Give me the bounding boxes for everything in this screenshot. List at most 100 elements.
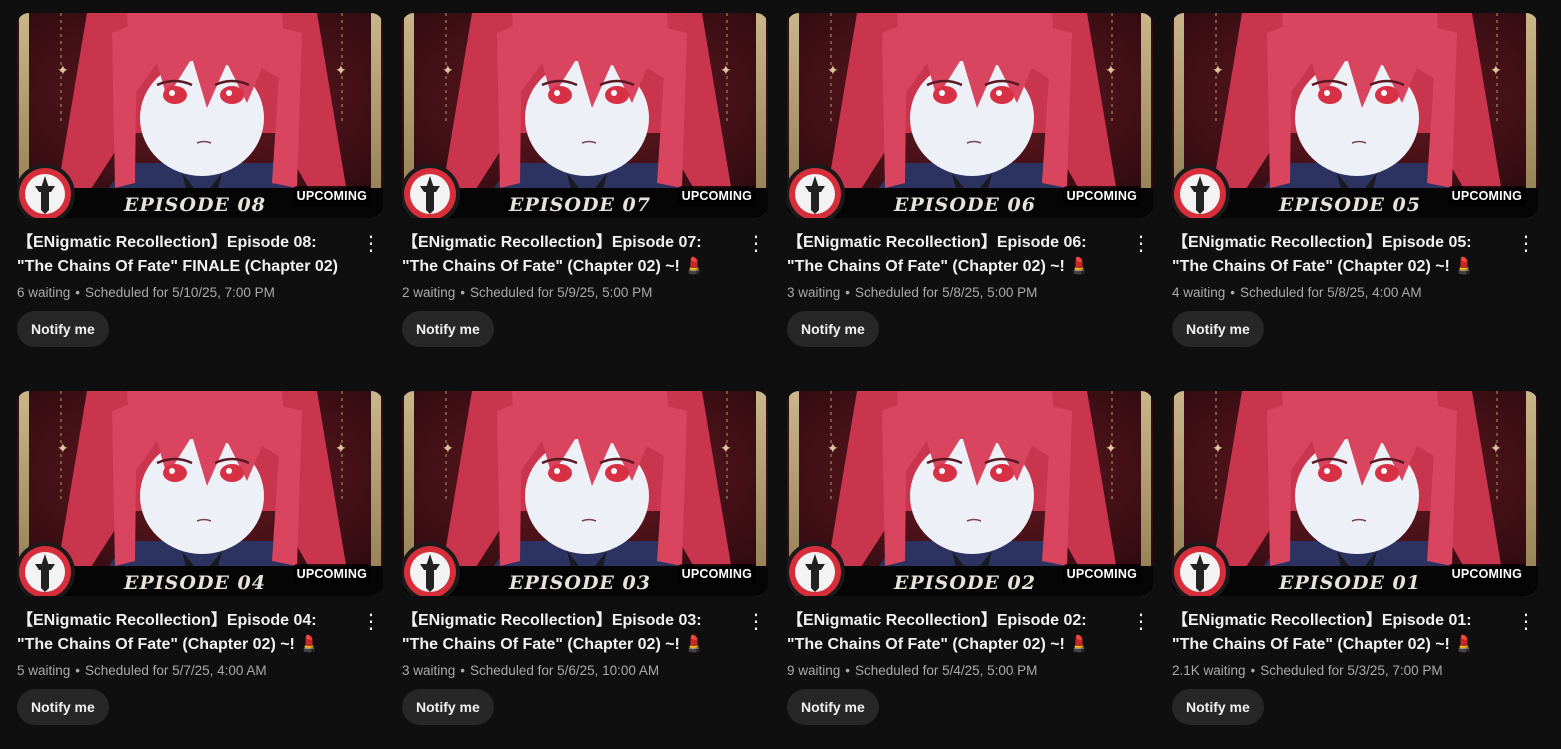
upcoming-badge: UPCOMING — [292, 186, 371, 206]
notify-me-button[interactable]: Notify me — [787, 311, 879, 347]
svg-text:✦: ✦ — [442, 440, 454, 456]
notify-me-button[interactable]: Notify me — [17, 311, 109, 347]
video-card[interactable]: ✦ ✦ — [402, 13, 768, 347]
svg-text:✦: ✦ — [57, 62, 69, 78]
waiting-count: 9 waiting — [787, 663, 841, 678]
scheduled-time: Scheduled for 5/6/25, 10:00 AM — [470, 663, 660, 678]
more-vert-icon[interactable]: ⋮ — [359, 233, 383, 257]
video-thumbnail[interactable]: ✦ ✦ — [787, 13, 1153, 218]
video-metadata: 3 waiting • Scheduled for 5/8/25, 5:00 PM — [787, 284, 1153, 302]
upcoming-badge: UPCOMING — [1062, 564, 1141, 584]
svg-text:✦: ✦ — [1105, 440, 1117, 456]
video-card[interactable]: ✦ ✦ — [402, 391, 768, 725]
svg-text:✦: ✦ — [720, 440, 732, 456]
more-vert-icon[interactable]: ⋮ — [744, 611, 768, 635]
separator: • — [845, 285, 851, 300]
svg-text:✦: ✦ — [827, 440, 839, 456]
upcoming-badge: UPCOMING — [1447, 564, 1526, 584]
video-card[interactable]: ✦ ✦ — [17, 13, 383, 347]
upcoming-badge: UPCOMING — [292, 564, 371, 584]
notify-me-button[interactable]: Notify me — [17, 689, 109, 725]
more-vert-icon[interactable]: ⋮ — [359, 611, 383, 635]
notify-me-button[interactable]: Notify me — [402, 689, 494, 725]
channel-emblem-icon — [1172, 542, 1230, 596]
video-title[interactable]: 【ENigmatic Recollection】Episode 01: "The… — [1172, 609, 1512, 657]
waiting-count: 3 waiting — [787, 285, 841, 300]
more-vert-icon[interactable]: ⋮ — [1129, 611, 1153, 635]
video-card[interactable]: ✦ ✦ — [787, 391, 1153, 725]
video-metadata: 9 waiting • Scheduled for 5/4/25, 5:00 PM — [787, 662, 1153, 680]
scheduled-time: Scheduled for 5/8/25, 4:00 AM — [1240, 285, 1422, 300]
channel-emblem-icon — [17, 164, 75, 218]
video-details: 【ENigmatic Recollection】Episode 07: "The… — [402, 218, 768, 347]
separator: • — [75, 663, 81, 678]
svg-text:✦: ✦ — [335, 62, 347, 78]
separator: • — [845, 663, 851, 678]
more-vert-icon[interactable]: ⋮ — [1514, 233, 1538, 257]
video-metadata: 4 waiting • Scheduled for 5/8/25, 4:00 AM — [1172, 284, 1538, 302]
channel-emblem-icon — [402, 542, 460, 596]
video-card[interactable]: ✦ ✦ — [787, 13, 1153, 347]
video-thumbnail[interactable]: ✦ ✦ — [17, 13, 383, 218]
more-vert-icon[interactable]: ⋮ — [1514, 611, 1538, 635]
video-card[interactable]: ✦ ✦ — [17, 391, 383, 725]
waiting-count: 2 waiting — [402, 285, 456, 300]
svg-text:✦: ✦ — [57, 440, 69, 456]
channel-emblem-icon — [787, 542, 845, 596]
separator: • — [1250, 663, 1256, 678]
more-vert-icon[interactable]: ⋮ — [744, 233, 768, 257]
video-details: 【ENigmatic Recollection】Episode 03: "The… — [402, 596, 768, 725]
video-card[interactable]: ✦ ✦ — [1172, 391, 1538, 725]
video-thumbnail[interactable]: ✦ ✦ — [1172, 13, 1538, 218]
video-metadata: 3 waiting • Scheduled for 5/6/25, 10:00 AM — [402, 662, 768, 680]
video-title[interactable]: 【ENigmatic Recollection】Episode 04: "The… — [17, 609, 357, 657]
svg-text:✦: ✦ — [335, 440, 347, 456]
channel-emblem-icon — [17, 542, 75, 596]
video-title[interactable]: 【ENigmatic Recollection】Episode 07: "The… — [402, 231, 742, 279]
video-title[interactable]: 【ENigmatic Recollection】Episode 06: "The… — [787, 231, 1127, 279]
notify-me-button[interactable]: Notify me — [1172, 689, 1264, 725]
video-details: 【ENigmatic Recollection】Episode 06: "The… — [787, 218, 1153, 347]
notify-me-button[interactable]: Notify me — [402, 311, 494, 347]
scheduled-time: Scheduled for 5/7/25, 4:00 AM — [85, 663, 267, 678]
upcoming-badge: UPCOMING — [1447, 186, 1526, 206]
video-thumbnail[interactable]: ✦ ✦ — [787, 391, 1153, 596]
video-title[interactable]: 【ENigmatic Recollection】Episode 02: "The… — [787, 609, 1127, 657]
separator: • — [460, 663, 466, 678]
more-vert-icon[interactable]: ⋮ — [1129, 233, 1153, 257]
channel-emblem-icon — [1172, 164, 1230, 218]
video-metadata: 2 waiting • Scheduled for 5/9/25, 5:00 PM — [402, 284, 768, 302]
notify-me-button[interactable]: Notify me — [1172, 311, 1264, 347]
waiting-count: 6 waiting — [17, 285, 71, 300]
channel-emblem-icon — [787, 164, 845, 218]
video-thumbnail[interactable]: ✦ ✦ — [1172, 391, 1538, 596]
video-details: 【ENigmatic Recollection】Episode 05: "The… — [1172, 218, 1538, 347]
scheduled-time: Scheduled for 5/10/25, 7:00 PM — [85, 285, 275, 300]
svg-text:✦: ✦ — [442, 62, 454, 78]
waiting-count: 2.1K waiting — [1172, 663, 1246, 678]
svg-text:✦: ✦ — [1490, 62, 1502, 78]
notify-me-button[interactable]: Notify me — [787, 689, 879, 725]
video-thumbnail[interactable]: ✦ ✦ — [17, 391, 383, 596]
video-thumbnail[interactable]: ✦ ✦ — [402, 13, 768, 218]
separator: • — [1230, 285, 1236, 300]
video-details: 【ENigmatic Recollection】Episode 08: "The… — [17, 218, 383, 347]
video-card[interactable]: ✦ ✦ — [1172, 13, 1538, 347]
separator: • — [460, 285, 466, 300]
channel-emblem-icon — [402, 164, 460, 218]
video-title[interactable]: 【ENigmatic Recollection】Episode 08: "The… — [17, 231, 357, 279]
video-title[interactable]: 【ENigmatic Recollection】Episode 05: "The… — [1172, 231, 1512, 279]
video-details: 【ENigmatic Recollection】Episode 01: "The… — [1172, 596, 1538, 725]
video-title[interactable]: 【ENigmatic Recollection】Episode 03: "The… — [402, 609, 742, 657]
scheduled-time: Scheduled for 5/9/25, 5:00 PM — [470, 285, 653, 300]
waiting-count: 5 waiting — [17, 663, 71, 678]
video-grid: ✦ ✦ EPISODE 08 UPCOMING 【ENigmatic Recol… — [0, 0, 1561, 749]
waiting-count: 3 waiting — [402, 663, 456, 678]
waiting-count: 4 waiting — [1172, 285, 1226, 300]
upcoming-badge: UPCOMING — [1062, 186, 1141, 206]
scheduled-time: Scheduled for 5/4/25, 5:00 PM — [855, 663, 1038, 678]
video-metadata: 6 waiting • Scheduled for 5/10/25, 7:00 PM — [17, 284, 383, 302]
video-thumbnail[interactable]: ✦ ✦ — [402, 391, 768, 596]
separator: • — [75, 285, 81, 300]
svg-text:✦: ✦ — [827, 62, 839, 78]
